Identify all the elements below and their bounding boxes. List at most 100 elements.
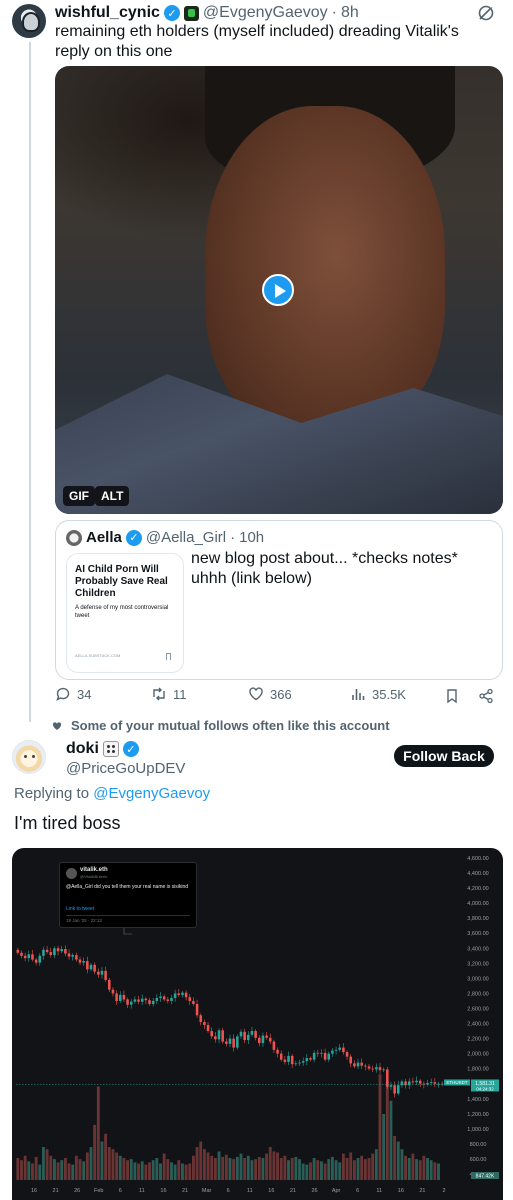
candle-body (151, 1000, 155, 1004)
play-icon[interactable] (262, 274, 294, 306)
candle-body (45, 949, 49, 953)
volume-bar (426, 1158, 429, 1180)
replying-mention-link[interactable]: @EvgenyGaevoy (93, 785, 210, 802)
volume-bar (60, 1160, 64, 1180)
candle-body (122, 994, 126, 1000)
like-count: 366 (270, 686, 292, 702)
candle-body (279, 1053, 283, 1060)
volume-bar (93, 1125, 97, 1180)
volume-bar (393, 1136, 397, 1180)
candle-body (418, 1080, 422, 1084)
embedded-handle: @VitalikButerin (80, 874, 108, 879)
candle-body (118, 994, 122, 1001)
candle-body (272, 1041, 276, 1050)
volume-bar (294, 1156, 298, 1180)
candle-body (155, 997, 159, 1001)
thread-connector-line (29, 42, 31, 722)
candle-body (31, 954, 34, 960)
link-card-subtitle: A defense of my most controversial tweet (75, 605, 169, 619)
tweet-time[interactable]: 8h (341, 4, 359, 22)
candle-body (144, 998, 148, 1001)
avatar[interactable] (12, 740, 46, 774)
volume-bar (320, 1161, 323, 1180)
volume-bar (283, 1155, 287, 1180)
candle-body (261, 1035, 265, 1044)
reply-button[interactable]: 34 (55, 686, 91, 702)
alt-badge[interactable]: ALT (95, 486, 130, 506)
author-handle[interactable]: @PriceGoUpDEV (66, 760, 185, 777)
views-button[interactable]: 35.5K (350, 686, 406, 702)
volume-bar (49, 1155, 53, 1180)
candle-body (320, 1052, 323, 1054)
repost-button[interactable]: 11 (151, 686, 187, 702)
candle-body (301, 1061, 305, 1063)
author-name[interactable]: wishful_cynic (55, 4, 160, 22)
y-tick-label: 1,400.00 (467, 1097, 488, 1103)
candle-body (312, 1052, 316, 1060)
volume-bar (352, 1160, 356, 1180)
media-face (205, 106, 445, 436)
candle-body (93, 964, 96, 972)
volume-bar (20, 1160, 23, 1180)
candle-body (276, 1049, 279, 1054)
tweet-media-gif[interactable]: GIF ALT (55, 66, 503, 514)
x-tick-label: 16 (31, 1188, 37, 1194)
embedded-text: @Aella_Girl did you tell them your real … (66, 884, 189, 890)
volume-bar (385, 1081, 389, 1180)
follow-back-button[interactable]: Follow Back (394, 745, 494, 767)
volume-bar (45, 1149, 49, 1180)
volume-bar (202, 1149, 206, 1180)
candle-body (221, 1030, 224, 1042)
volume-bar (89, 1147, 93, 1180)
volume-bar (159, 1163, 162, 1180)
volume-bar (301, 1163, 305, 1180)
volume-bar (210, 1155, 214, 1180)
volume-bar (144, 1164, 148, 1180)
y-tick-label: 4,000.00 (467, 901, 488, 907)
candle-body (111, 989, 115, 994)
volume-bar (261, 1158, 265, 1180)
volume-bar (356, 1158, 360, 1180)
volume-bar (16, 1158, 20, 1180)
volume-bar (389, 1100, 393, 1180)
candle-body (104, 970, 107, 980)
x-tick-label: 21 (53, 1188, 59, 1194)
replying-prefix: Replying to (14, 785, 90, 802)
candle-body (375, 1067, 378, 1070)
volume-bar (38, 1164, 42, 1180)
embedded-name: vitalik.eth (80, 867, 108, 873)
tweet-header: doki ✓ (66, 740, 139, 758)
volume-bar (382, 1114, 386, 1180)
quoted-tweet[interactable]: Aella ✓ @Aella_Girl · 10h AI Child Porn … (55, 520, 503, 680)
volume-bar (181, 1163, 184, 1180)
share-icon[interactable] (478, 688, 494, 704)
embedded-link: Link to tweet (66, 906, 95, 912)
author-name[interactable]: doki (66, 740, 99, 758)
candle-body (386, 1069, 389, 1087)
candle-body (257, 1037, 261, 1044)
candle-body (210, 1031, 213, 1037)
link-card-title: AI Child Porn Will Probably Save Real Ch… (75, 564, 168, 599)
volume-bar (341, 1153, 345, 1180)
volume-bar (327, 1159, 331, 1180)
grok-icon[interactable] (477, 4, 495, 22)
link-card[interactable]: AI Child Porn Will Probably Save Real Ch… (66, 553, 184, 673)
y-tick-label: 4,400.00 (467, 871, 488, 877)
y-tick-label: 2,000.00 (467, 1052, 488, 1058)
volume-bar (309, 1162, 312, 1180)
bookmark-icon[interactable] (444, 688, 460, 704)
volume-bar (31, 1163, 34, 1180)
volume-bar (290, 1158, 294, 1180)
embedded-tweet-screenshot: vitalik.eth @VitalikButerin @Aella_Girl … (59, 862, 197, 928)
embedded-date: 19 Jan '25 · 22:13 (66, 918, 102, 923)
volume-bar (71, 1164, 75, 1180)
tweet-media-chart[interactable]: 4,600.00 4,400.00 4,200.00 4,000.00 3,800.00… (12, 848, 503, 1200)
volume-bar (107, 1147, 111, 1180)
candle-body (327, 1053, 331, 1060)
avatar[interactable] (12, 4, 46, 38)
author-handle[interactable]: @EvgenyGaevoy (203, 4, 328, 22)
social-context-text: Some of your mutual follows often like t… (71, 718, 390, 733)
quote-time: 10h (239, 529, 265, 546)
like-button[interactable]: 366 (248, 686, 292, 702)
y-tick-label: 1,000.00 (467, 1127, 488, 1133)
